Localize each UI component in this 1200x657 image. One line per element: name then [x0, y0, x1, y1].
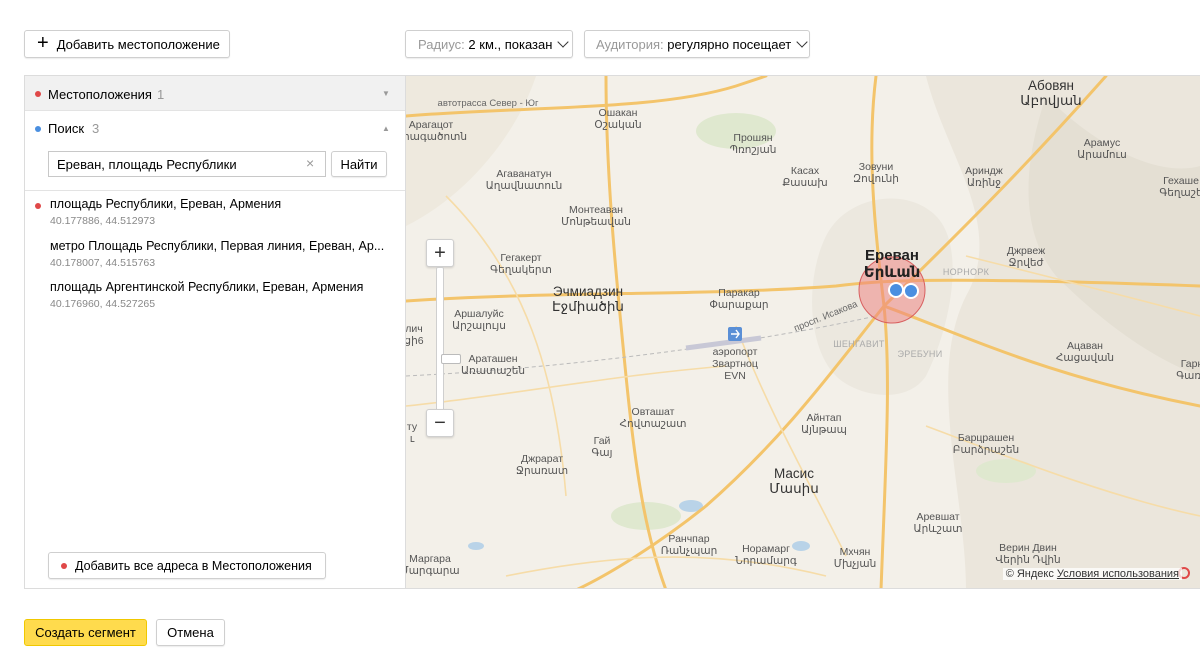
map-label: Прошян Պռոշյան: [729, 132, 777, 156]
locations-panel: Местоположения 1 ▼ Поиск 3 ▲ × Найти пло…: [24, 75, 406, 589]
expand-arrow-icon[interactable]: ▲: [382, 124, 390, 133]
zoom-out-button[interactable]: −: [426, 409, 454, 437]
map-label: Джрвеж Ջրվեժ: [1006, 245, 1046, 269]
map-label: Ацаван Հացավան: [1055, 340, 1115, 364]
add-location-button[interactable]: + Добавить местоположение: [24, 30, 230, 58]
map-label: Гай Գայ: [591, 435, 613, 459]
zoom-slider-handle[interactable]: [441, 354, 461, 364]
chevron-down-icon: [796, 35, 808, 48]
add-location-label: Добавить местоположение: [56, 36, 220, 52]
map-label: Айнтап Այնթապ: [801, 412, 847, 436]
search-dot-icon: [35, 126, 41, 132]
radius-value: 2 км., показан: [468, 36, 553, 52]
map-label: Ранчпар Ռանչպար: [660, 533, 718, 557]
map-label: Верин Двин Վերին Դվին: [995, 542, 1061, 566]
map-label: Паракар Փարաքար: [709, 287, 769, 311]
map-label: лич ցի6: [406, 323, 424, 347]
map-label: Аршалуйс Արշալույս: [452, 308, 506, 332]
highway-label: автотрасса Север - Юг: [437, 98, 539, 109]
collapse-arrow-icon[interactable]: ▼: [382, 89, 390, 98]
audience-dropdown[interactable]: Аудитория: регулярно посещает: [584, 30, 810, 58]
add-all-addresses-button[interactable]: Добавить все адреса в Местоположения: [48, 552, 326, 579]
radius-dropdown[interactable]: Радиус: 2 км., показан: [405, 30, 573, 58]
map-label: Норамарг Նորամարգ: [735, 543, 797, 567]
result-coords: 40.177886, 44.512973: [50, 215, 156, 227]
create-segment-button[interactable]: Создать сегмент: [24, 619, 147, 646]
district-label: ШЕНГАВИТ: [833, 339, 885, 349]
terms-link[interactable]: Условия использования: [1057, 568, 1179, 580]
map-label: Ошакан Օշական: [594, 107, 642, 131]
map-label: Эчмиадзин Էջմիածին: [552, 284, 624, 314]
locations-label: Местоположения: [48, 87, 152, 102]
zoom-slider[interactable]: [436, 267, 461, 411]
lake: [468, 542, 484, 550]
map-copyright: © Яндекс Условия использования: [1002, 568, 1182, 580]
search-input[interactable]: [48, 151, 326, 177]
map-label: ту ւ: [406, 421, 418, 445]
selected-dot-icon: [35, 203, 41, 209]
map-label: Зовуни Զովունի: [853, 161, 899, 185]
audience-label: Аудитория:: [596, 36, 664, 52]
result-title: площадь Республики, Ереван, Армения: [50, 197, 282, 211]
result-title: площадь Аргентинской Республики, Ереван,…: [50, 280, 364, 294]
result-coords: 40.176960, 44.527265: [50, 298, 156, 310]
map-label: Арамус Արամուս: [1077, 137, 1127, 161]
road: [445, 195, 567, 497]
divider: [25, 190, 405, 191]
zoom-control: + −: [426, 239, 461, 437]
cancel-button[interactable]: Отмена: [156, 619, 225, 646]
audience-value: регулярно посещает: [667, 36, 792, 52]
road: [406, 365, 727, 407]
map-label: Маргара Մարգարա: [406, 553, 460, 577]
map-label: Араташен Առատաշեն: [460, 353, 526, 377]
map-label: Гехаше Գեղաշե: [1159, 175, 1200, 199]
map-label: Агаванатун Աղավնատուն: [485, 168, 563, 192]
map-label: Аревшат Արևշատ: [913, 511, 963, 535]
search-marker: [903, 283, 919, 299]
locations-count: 1: [157, 87, 165, 102]
copyright-text: © Яндекс: [1005, 568, 1054, 580]
map-label: АрагацотԱրագածոտն: [406, 119, 468, 143]
clear-icon[interactable]: ×: [306, 155, 314, 171]
map-label: Абовян Աբովյան: [1020, 78, 1082, 108]
locations-section-header[interactable]: Местоположения 1 ▼: [25, 76, 405, 111]
result-coords: 40.178007, 44.515763: [50, 257, 156, 269]
map-label: Барцрашен Բարձրաշեն: [952, 432, 1020, 456]
park-area: [976, 459, 1036, 483]
map-label: Овташат Հովտաշատ: [619, 406, 687, 430]
chevron-down-icon: [557, 35, 570, 48]
district-label: ЭРЕБУНИ: [897, 349, 943, 359]
map-label: Монтеаван Մոնթեավան: [561, 204, 631, 228]
search-label: Поиск: [48, 121, 85, 136]
map-label: Джрарат Ջրառատ: [515, 453, 569, 477]
plus-icon: +: [37, 32, 49, 54]
map-label: Масис Մասիս: [769, 466, 819, 496]
find-button[interactable]: Найти: [331, 151, 387, 177]
map-label: Мхчян Մխչյան: [833, 546, 877, 570]
search-count: 3: [92, 121, 100, 136]
map-label: Гегакерт Գեղակերտ: [490, 252, 552, 276]
airport-label: аэропорт Звартноц EVN: [712, 346, 758, 382]
result-title: метро Площадь Республики, Первая линия, …: [50, 239, 385, 253]
search-marker: [888, 282, 904, 298]
map-label: Ариндж Առինջ: [965, 165, 1003, 189]
map-label: ГарнԳառն: [1176, 358, 1200, 382]
location-dot-icon: [35, 91, 41, 97]
map-label: Касах Քասախ: [782, 165, 828, 189]
capital-label: Ереван Երևան: [863, 247, 921, 281]
add-all-label: Добавить все адреса в Местоположения: [75, 558, 312, 573]
zoom-in-button[interactable]: +: [426, 239, 454, 267]
district-label: НОРНОРК: [942, 267, 990, 277]
map[interactable]: автотрасса Север - Юг Абовян Աբովյան Араг…: [406, 75, 1200, 589]
location-dot-icon: [61, 562, 67, 569]
radius-label: Радиус:: [418, 36, 465, 52]
